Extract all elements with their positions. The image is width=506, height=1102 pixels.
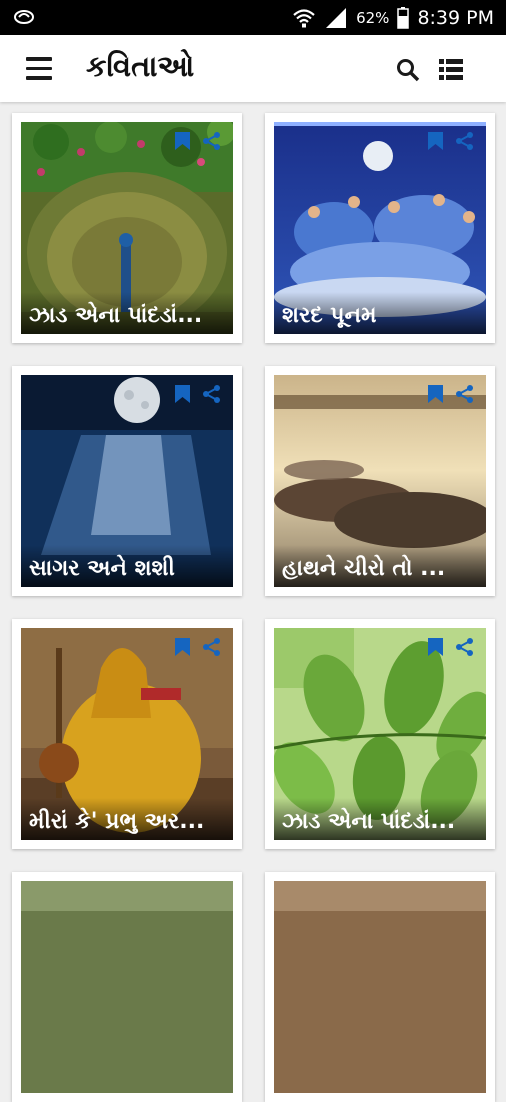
bookmark-icon[interactable] bbox=[427, 637, 444, 657]
poem-thumbnail bbox=[21, 881, 233, 1093]
poem-card[interactable]: મીરાં કે' પ્રભુ અર... bbox=[12, 619, 242, 849]
app-notification-icon bbox=[14, 10, 34, 24]
poem-card[interactable]: હાથને ચીરો તો ... bbox=[265, 366, 495, 596]
poem-grid: ઝાડ એના પાંદડાં... શરદ પૂનમ સાગર અને શશી… bbox=[0, 102, 506, 1102]
poem-thumbnail bbox=[274, 881, 486, 1093]
poem-image bbox=[274, 881, 486, 1093]
menu-icon[interactable] bbox=[26, 57, 52, 81]
poem-thumbnail: ઝાડ એના પાંદડાં... bbox=[274, 628, 486, 840]
status-bar: 62% 8:39 PM bbox=[0, 0, 506, 35]
poem-card[interactable]: સાગર અને શશી bbox=[12, 366, 242, 596]
page-title: કવિતાઓ bbox=[86, 49, 195, 83]
bookmark-icon[interactable] bbox=[174, 384, 191, 404]
poem-title: શરદ પૂનમ bbox=[274, 292, 486, 334]
share-icon[interactable] bbox=[455, 384, 475, 404]
list-view-icon[interactable] bbox=[438, 57, 464, 83]
poem-title: ઝાડ એના પાંદડાં... bbox=[21, 292, 233, 334]
bookmark-icon[interactable] bbox=[174, 131, 191, 151]
share-icon[interactable] bbox=[202, 131, 222, 151]
poem-card[interactable]: શરદ પૂનમ bbox=[265, 113, 495, 343]
poem-image bbox=[21, 881, 233, 1093]
poem-title: સાગર અને શશી bbox=[21, 545, 233, 587]
battery-icon bbox=[397, 6, 410, 29]
poem-card[interactable]: ઝાડ એના પાંદડાં... bbox=[265, 619, 495, 849]
wifi-icon bbox=[293, 8, 315, 27]
bookmark-icon[interactable] bbox=[427, 384, 444, 404]
poem-card[interactable]: ઝાડ એના પાંદડાં... bbox=[12, 113, 242, 343]
clock: 8:39 PM bbox=[417, 6, 494, 29]
search-icon[interactable] bbox=[395, 57, 421, 83]
poem-thumbnail: શરદ પૂનમ bbox=[274, 122, 486, 334]
app-bar: કવિતાઓ bbox=[0, 35, 506, 102]
poem-title: મીરાં કે' પ્રભુ અર... bbox=[21, 798, 233, 840]
poem-title: ઝાડ એના પાંદડાં... bbox=[274, 798, 486, 840]
share-icon[interactable] bbox=[202, 384, 222, 404]
bookmark-icon[interactable] bbox=[427, 131, 444, 151]
poem-thumbnail: ઝાડ એના પાંદડાં... bbox=[21, 122, 233, 334]
poem-thumbnail: હાથને ચીરો તો ... bbox=[274, 375, 486, 587]
poem-title: હાથને ચીરો તો ... bbox=[274, 545, 486, 587]
share-icon[interactable] bbox=[455, 131, 475, 151]
share-icon[interactable] bbox=[455, 637, 475, 657]
signal-icon bbox=[326, 7, 347, 28]
poem-card[interactable] bbox=[12, 872, 242, 1102]
bookmark-icon[interactable] bbox=[174, 637, 191, 657]
poem-card[interactable] bbox=[265, 872, 495, 1102]
poem-thumbnail: સાગર અને શશી bbox=[21, 375, 233, 587]
poem-thumbnail: મીરાં કે' પ્રભુ અર... bbox=[21, 628, 233, 840]
battery-percent: 62% bbox=[356, 8, 390, 27]
share-icon[interactable] bbox=[202, 637, 222, 657]
